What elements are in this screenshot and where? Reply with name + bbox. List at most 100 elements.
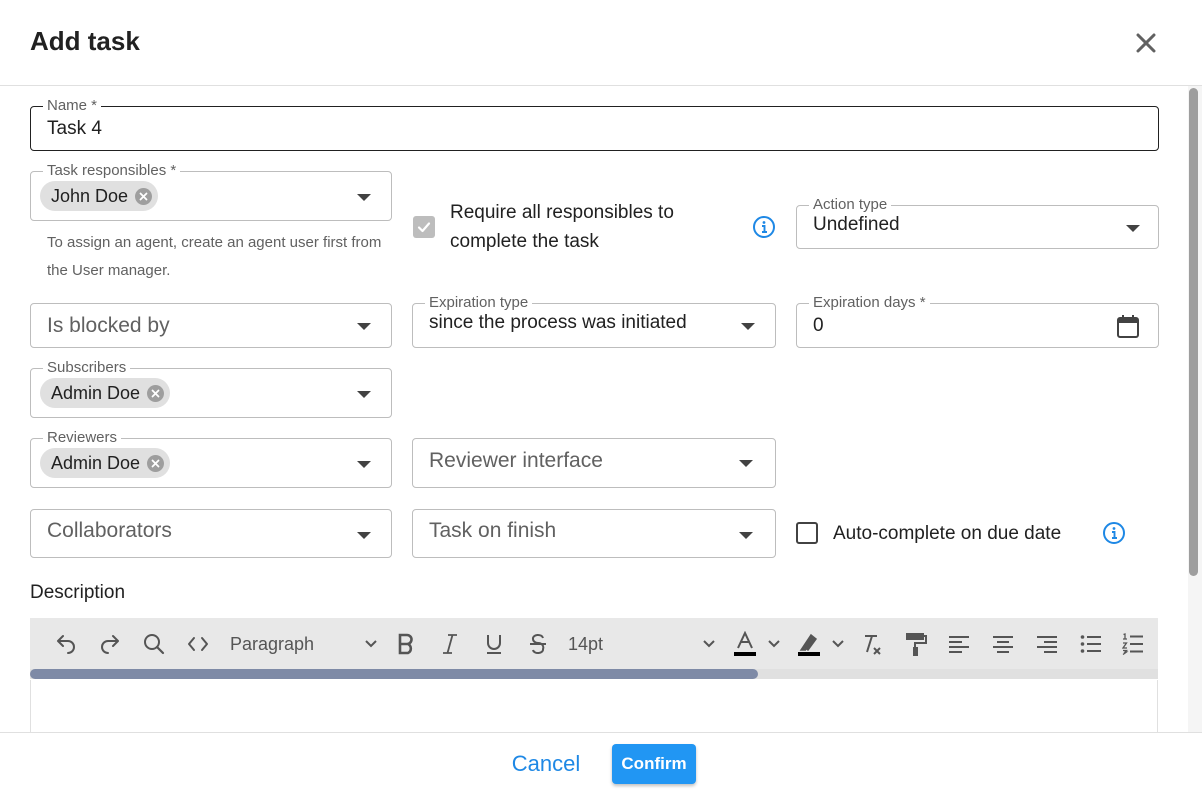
code-icon	[188, 637, 208, 651]
align-center-button[interactable]	[988, 618, 1018, 670]
task-on-finish-select[interactable]: Task on finish	[412, 509, 776, 558]
close-icon	[1136, 33, 1156, 53]
numbered-list-icon	[1122, 633, 1143, 655]
format-painter-button[interactable]	[900, 618, 930, 670]
chip-remove-button[interactable]	[147, 384, 165, 402]
highlight-color-button[interactable]	[794, 618, 824, 670]
info-icon[interactable]	[1102, 521, 1126, 545]
underline-icon	[487, 635, 501, 654]
cancel-button[interactable]: Cancel	[500, 747, 592, 781]
subscribers-label: Subscribers	[43, 358, 131, 378]
text-color-icon	[734, 631, 756, 656]
info-icon[interactable]	[752, 215, 776, 239]
chevron-down-icon	[739, 460, 753, 467]
source-code-button[interactable]	[182, 618, 214, 670]
toolbar-scroll-thumb[interactable]	[30, 669, 758, 679]
subscribers-select[interactable]: Subscribers Admin Doe	[30, 358, 392, 418]
check-icon	[417, 222, 431, 233]
chip-label: Admin Doe	[51, 452, 141, 473]
bold-button[interactable]	[390, 618, 422, 670]
close-icon	[151, 459, 160, 467]
dialog-scrollbar-thumb[interactable]	[1189, 88, 1198, 576]
chevron-down-icon	[357, 323, 371, 330]
chip-admin-doe: Admin Doe	[40, 448, 171, 478]
collaborators-select[interactable]: Collaborators	[30, 509, 392, 558]
action-type-value: Undefined	[813, 214, 900, 235]
dialog-header: Add task	[0, 0, 1202, 86]
chip-remove-button[interactable]	[135, 187, 153, 205]
bullet-list-icon	[1080, 635, 1101, 653]
is-blocked-by-placeholder: Is blocked by	[47, 314, 170, 337]
chip-label: Admin Doe	[51, 382, 141, 403]
search-icon	[144, 634, 165, 655]
strikethrough-icon	[530, 633, 546, 655]
bullet-list-button[interactable]	[1076, 618, 1106, 670]
require-all-label: Require all responsibles to complete the…	[450, 202, 674, 252]
task-responsibles-label: Task responsibles *	[43, 161, 181, 181]
chevron-down-icon	[357, 391, 371, 398]
italic-button[interactable]	[434, 618, 466, 670]
expiration-days-field[interactable]: Expiration days * 0	[796, 293, 1159, 348]
chip-admin-doe: Admin Doe	[40, 378, 171, 408]
calendar-icon[interactable]	[1116, 314, 1140, 339]
chip-label: John Doe	[51, 185, 129, 206]
expiration-type-value: since the process was initiated	[429, 312, 687, 333]
name-input-value[interactable]: Task 4	[47, 118, 102, 140]
reviewer-interface-placeholder: Reviewer interface	[429, 449, 603, 472]
search-button[interactable]	[138, 618, 170, 670]
is-blocked-by-select[interactable]: Is blocked by	[30, 303, 392, 348]
close-icon	[151, 389, 160, 397]
undo-button[interactable]	[50, 618, 82, 670]
align-left-icon	[949, 636, 969, 653]
highlighter-icon	[798, 633, 820, 656]
chevron-down-icon	[739, 532, 753, 539]
align-left-button[interactable]	[944, 618, 974, 670]
description-editor[interactable]	[30, 680, 1158, 732]
align-center-icon	[993, 636, 1013, 653]
clear-formatting-button[interactable]	[856, 618, 886, 670]
close-icon	[139, 192, 148, 200]
expiration-days-value[interactable]: 0	[813, 315, 824, 337]
bold-icon	[398, 633, 413, 655]
block-format-value: Paragraph	[230, 633, 315, 654]
italic-icon	[443, 634, 457, 654]
auto-complete-label: Auto-complete on due date	[833, 523, 1062, 544]
dialog-footer: Cancel Confirm	[0, 732, 1202, 790]
undo-icon	[57, 635, 75, 654]
chip-john-doe: John Doe	[40, 181, 159, 211]
action-type-select[interactable]: Action type Undefined	[796, 195, 1159, 249]
auto-complete-checkbox[interactable]	[796, 522, 818, 544]
expiration-days-label: Expiration days *	[809, 293, 930, 313]
clear-formatting-icon	[865, 635, 881, 655]
chevron-down-icon	[357, 194, 371, 201]
reviewer-interface-select[interactable]: Reviewer interface	[412, 438, 776, 488]
task-responsibles-select[interactable]: Task responsibles * John Doe	[30, 161, 392, 221]
paint-roller-icon	[906, 633, 927, 656]
block-format-select[interactable]: Paragraph	[230, 618, 378, 670]
chevron-down-icon	[1126, 225, 1140, 232]
close-button[interactable]	[1130, 27, 1162, 59]
strikethrough-button[interactable]	[522, 618, 554, 670]
align-right-button[interactable]	[1032, 618, 1062, 670]
align-right-icon	[1037, 636, 1057, 653]
action-type-label: Action type	[809, 195, 892, 215]
description-label: Description	[30, 582, 126, 603]
text-color-button[interactable]	[730, 618, 760, 670]
chevron-down-icon	[741, 323, 755, 330]
numbered-list-button[interactable]	[1118, 618, 1148, 670]
chevron-down-icon	[832, 640, 844, 648]
require-all-checkbox[interactable]	[413, 216, 435, 238]
confirm-button[interactable]: Confirm	[612, 744, 696, 784]
highlight-color-dropdown[interactable]	[828, 618, 848, 670]
dialog-title: Add task	[30, 26, 140, 56]
expiration-type-select[interactable]: Expiration type since the process was in…	[412, 293, 776, 348]
font-size-value: 14pt	[568, 633, 604, 654]
text-color-dropdown[interactable]	[764, 618, 784, 670]
collaborators-placeholder: Collaborators	[47, 519, 172, 542]
chip-remove-button[interactable]	[147, 454, 165, 472]
redo-button[interactable]	[94, 618, 126, 670]
name-field[interactable]: Name * Task 4	[30, 96, 1159, 151]
reviewers-select[interactable]: Reviewers Admin Doe	[30, 428, 392, 488]
font-size-select[interactable]: 14pt	[568, 618, 716, 670]
underline-button[interactable]	[478, 618, 510, 670]
